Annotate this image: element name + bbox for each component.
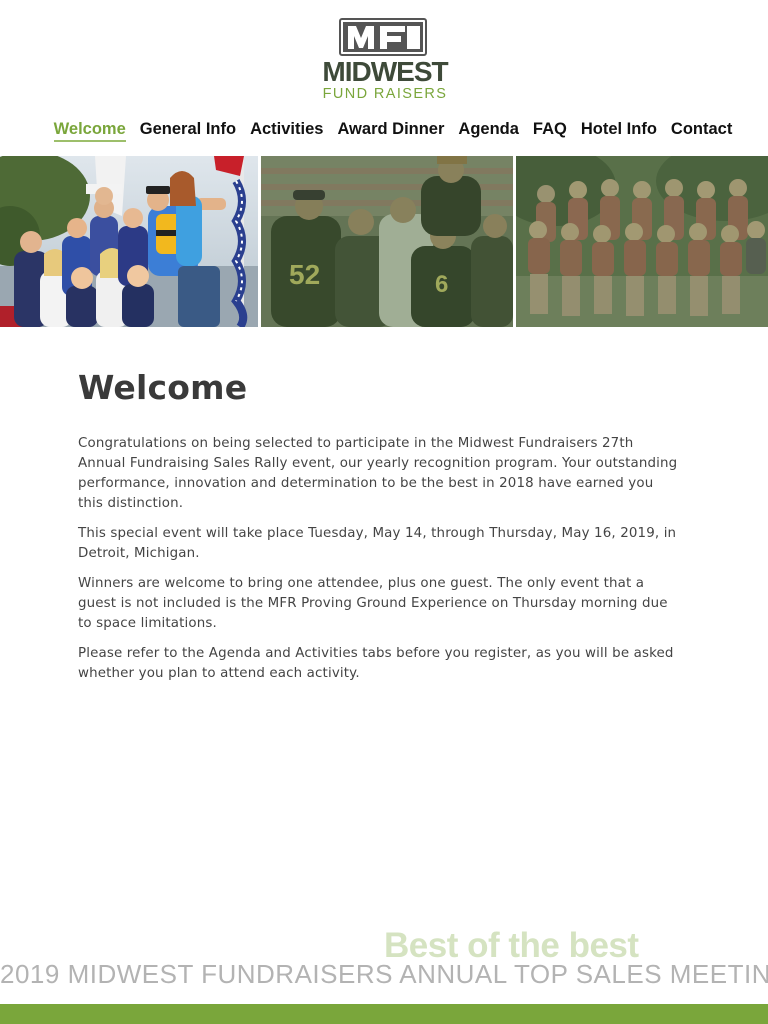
logo-name: MIDWEST [322,56,448,87]
nav-item-welcome[interactable]: Welcome [53,118,126,142]
welcome-paragraph-2: This special event will take place Tuesd… [78,526,677,561]
footer-title: 2019 MIDWEST FUNDRAISERS ANNUAL TOP SALE… [0,959,768,989]
page: MIDWEST FUND RAISERS Welcome General Inf… [0,0,768,1024]
welcome-section: Welcome Congratulations on being selecte… [78,366,682,694]
nav-item-faq[interactable]: FAQ [533,118,567,142]
photo-banner: 52 6 [0,156,768,327]
nav-item-contact[interactable]: Contact [671,118,732,142]
nav-item-agenda[interactable]: Agenda [458,118,519,142]
nav-item-activities[interactable]: Activities [250,118,323,142]
welcome-paragraph-4: Please refer to the Agenda and Activitie… [78,646,674,681]
page-title: Welcome [78,368,248,407]
nav-item-hotel-info[interactable]: Hotel Info [581,118,657,142]
footer-bar [0,1004,768,1024]
mf-logo-mark [339,18,427,56]
banner-photo-volleyball [516,156,768,327]
main-nav: Welcome General Info Activities Award Di… [0,118,768,142]
welcome-paragraph-3: Winners are welcome to bring one attende… [78,576,668,631]
banner-photo-football: 52 6 [261,156,513,327]
site-logo[interactable]: MIDWEST FUND RAISERS [310,18,460,102]
banner-photo-group [0,156,258,327]
nav-item-general-info[interactable]: General Info [140,118,236,142]
nav-item-award-dinner[interactable]: Award Dinner [337,118,444,142]
welcome-paragraph-1: Congratulations on being selected to par… [78,436,678,511]
logo-subname: FUND RAISERS [322,86,448,102]
